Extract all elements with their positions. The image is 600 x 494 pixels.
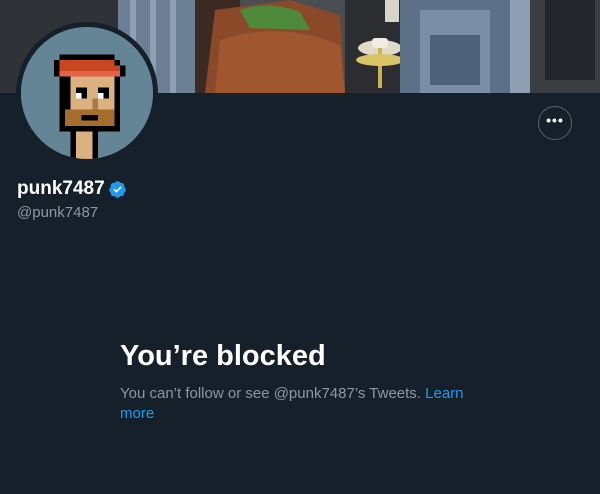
verified-badge-icon[interactable] — [108, 180, 127, 199]
avatar-border — [16, 22, 158, 164]
profile-handle: @punk7487 — [17, 204, 99, 221]
display-name: punk7487 — [17, 178, 105, 199]
blocked-title: You’re blocked — [120, 340, 326, 372]
more-options-button[interactable]: ••• — [538, 106, 572, 140]
blocked-message-container: You can’t follow or see @punk7487’s Twee… — [120, 384, 480, 424]
blocked-notice: You’re blocked You can’t follow or see @… — [120, 338, 480, 424]
avatar[interactable] — [21, 27, 153, 159]
blocked-message: You can’t follow or see @punk7487’s Twee… — [120, 385, 421, 402]
cryptopunk-avatar-image — [21, 27, 153, 159]
more-horizontal-icon: ••• — [546, 112, 564, 128]
profile-name-row: punk7487 — [17, 178, 127, 200]
